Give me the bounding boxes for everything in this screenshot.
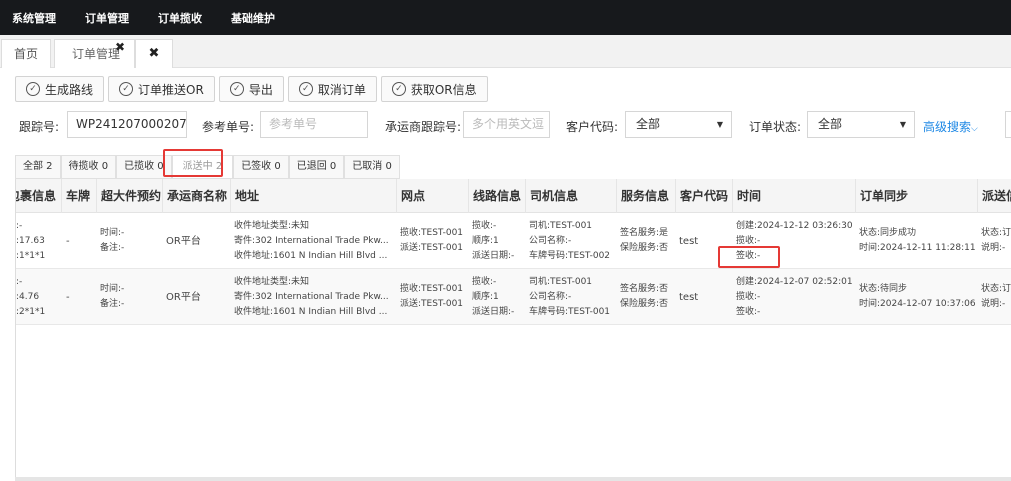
status-tab-signed[interactable]: 已签收 0 bbox=[233, 155, 289, 179]
site-cell: 揽收:TEST-001 派送:TEST-001 bbox=[400, 284, 464, 309]
status-tab-all[interactable]: 全部 2 bbox=[15, 155, 61, 179]
service-cell: 签名服务:否 保险服务:否 bbox=[620, 284, 669, 309]
status-tab-returned[interactable]: 已退回 0 bbox=[288, 155, 345, 179]
generate-route-label: 生成路线 bbox=[45, 82, 94, 97]
advanced-search-label: 高级搜索 bbox=[923, 120, 972, 134]
col-driver-info[interactable]: 司机信息 bbox=[526, 179, 617, 213]
order-status-value: 全部 bbox=[818, 117, 843, 131]
highlight-box-in-delivery-tab bbox=[163, 149, 223, 177]
top-navbar: 系统管理 订单管理 订单揽收 基础维护 bbox=[0, 0, 1011, 35]
sync-cell: 状态:待同步 时间:2024-12-07 10:37:06 bbox=[859, 284, 976, 309]
highlight-box-signed-time bbox=[718, 246, 780, 268]
search-filters: 跟踪号: WP241207000207 参考单号: 参考单号 承运商跟踪号: 多… bbox=[0, 110, 1011, 140]
address-cell: 收件地址类型:未知 寄件:302 International Trade Pkw.… bbox=[234, 276, 389, 317]
order-status-label: 订单状态: bbox=[749, 120, 802, 134]
check-circle-icon: ✓ bbox=[391, 82, 406, 96]
orders-table: 包裹信息 车牌 超大件预约 承运商名称 地址 网点 线路信息 司机信息 服务信息… bbox=[15, 179, 1011, 481]
check-circle-icon: ✓ bbox=[298, 82, 313, 96]
col-address[interactable]: 地址 bbox=[231, 179, 397, 213]
driver-cell: 司机:TEST-001 公司名称:- 车牌号码:TEST-001 bbox=[529, 276, 611, 317]
customer-code-select[interactable]: 全部 ▼ bbox=[625, 111, 732, 138]
cancel-order-label: 取消订单 bbox=[317, 82, 366, 97]
col-site[interactable]: 网点 bbox=[397, 179, 469, 213]
route-cell: 揽收:- 顺序:1 派送日期:- bbox=[472, 220, 515, 261]
delivery-cell: 状态:订 说明:- bbox=[981, 284, 1011, 309]
page-tab-bar: 首页 订单管理 ✖ ✖ bbox=[0, 35, 1011, 68]
col-delivery-info[interactable]: 派送信息 bbox=[978, 179, 1011, 213]
fetch-or-info-button[interactable]: ✓ 获取OR信息 bbox=[380, 76, 488, 102]
push-order-label: 订单推送OR bbox=[138, 82, 204, 97]
col-plate[interactable]: 车牌 bbox=[62, 179, 97, 213]
col-order-sync[interactable]: 订单同步 bbox=[856, 179, 978, 213]
tracking-number-input[interactable]: WP241207000207 bbox=[67, 111, 187, 138]
export-label: 导出 bbox=[248, 82, 273, 97]
advanced-search-link[interactable]: 高级搜索⌵ bbox=[923, 118, 978, 135]
table-header: 包裹信息 车牌 超大件预约 承运商名称 地址 网点 线路信息 司机信息 服务信息… bbox=[16, 179, 1011, 213]
reference-number-input[interactable]: 参考单号 bbox=[260, 111, 368, 138]
col-route-info[interactable]: 线路信息 bbox=[469, 179, 526, 213]
fetch-or-label: 获取OR信息 bbox=[410, 82, 477, 97]
package-info-cell: 型:-量:17.63寸:1*1*1 bbox=[16, 220, 46, 261]
nav-basic-maintenance[interactable]: 基础维护 bbox=[219, 10, 275, 26]
table-row[interactable]: 型:-量:17.63寸:1*1*1 - 时间:-备注:- OR平台 收件地址类型… bbox=[16, 213, 1011, 269]
plate-cell: - bbox=[66, 235, 70, 247]
tab-order-label: 订单管理 bbox=[72, 47, 121, 61]
carrier-tracking-label: 承运商跟踪号: bbox=[385, 120, 462, 134]
col-oversize-booking[interactable]: 超大件预约 bbox=[97, 179, 163, 213]
horizontal-scrollbar[interactable] bbox=[15, 477, 1011, 481]
sync-cell: 状态:同步成功 时间:2024-12-11 11:28:11 bbox=[859, 228, 976, 253]
oversize-cell: 时间:- 备注:- bbox=[100, 284, 125, 309]
carrier-tracking-input[interactable]: 多个用英文逗 bbox=[463, 111, 550, 138]
chevron-down-icon: ⌵ bbox=[971, 124, 978, 134]
close-icon[interactable]: ✖ bbox=[115, 33, 125, 61]
caret-down-icon: ▼ bbox=[899, 120, 906, 129]
search-button-edge[interactable] bbox=[1005, 111, 1011, 138]
delivery-cell: 状态:订 说明:- bbox=[981, 228, 1011, 253]
table-row[interactable]: 型:-量:4.76寸:2*1*1 - 时间:-备注:- OR平台 收件地址类型:… bbox=[16, 269, 1011, 325]
reference-number-label: 参考单号: bbox=[202, 120, 255, 134]
cancel-order-button[interactable]: ✓ 取消订单 bbox=[287, 76, 377, 102]
tab-order-management[interactable]: 订单管理 ✖ bbox=[54, 39, 135, 68]
nav-system-management[interactable]: 系统管理 bbox=[0, 10, 56, 26]
push-order-or-button[interactable]: ✓ 订单推送OR bbox=[108, 76, 215, 102]
export-button[interactable]: ✓ 导出 bbox=[218, 76, 284, 102]
package-info-cell: 型:-量:4.76寸:2*1*1 bbox=[16, 276, 46, 317]
status-tab-cancelled[interactable]: 已取消 0 bbox=[344, 155, 400, 179]
address-cell: 收件地址类型:未知 寄件:302 International Trade Pkw.… bbox=[234, 220, 389, 261]
site-cell: 揽收:TEST-001 派送:TEST-001 bbox=[400, 228, 464, 253]
order-status-select[interactable]: 全部 ▼ bbox=[807, 111, 915, 138]
time-cell: 创建:2024-12-07 02:52:01 揽收:- 签收:- bbox=[736, 276, 853, 317]
action-toolbar: ✓ 生成路线 ✓ 订单推送OR ✓ 导出 ✓ 取消订单 ✓ 获取OR信息 bbox=[15, 76, 492, 102]
carrier-cell: OR平台 bbox=[166, 291, 201, 303]
driver-cell: 司机:TEST-001 公司名称:- 车牌号码:TEST-002 bbox=[529, 220, 611, 261]
col-time[interactable]: 时间 bbox=[733, 179, 856, 213]
customer-code-label: 客户代码: bbox=[566, 120, 619, 134]
route-cell: 揽收:- 顺序:1 派送日期:- bbox=[472, 276, 515, 317]
customer-cell: test bbox=[679, 291, 699, 303]
status-tab-pending-pickup[interactable]: 待揽收 0 bbox=[60, 155, 117, 179]
oversize-cell: 时间:- 备注:- bbox=[100, 228, 125, 253]
col-service-info[interactable]: 服务信息 bbox=[617, 179, 676, 213]
col-carrier-name[interactable]: 承运商名称 bbox=[163, 179, 231, 213]
caret-down-icon: ▼ bbox=[716, 120, 723, 129]
check-circle-icon: ✓ bbox=[229, 82, 244, 96]
col-package-info[interactable]: 包裹信息 bbox=[16, 179, 62, 213]
col-customer-code[interactable]: 客户代码 bbox=[676, 179, 733, 213]
check-circle-icon: ✓ bbox=[119, 82, 134, 96]
customer-code-value: 全部 bbox=[636, 117, 661, 131]
nav-order-management[interactable]: 订单管理 bbox=[73, 10, 129, 26]
service-cell: 签名服务:是 保险服务:否 bbox=[620, 228, 669, 253]
generate-route-button[interactable]: ✓ 生成路线 bbox=[15, 76, 105, 102]
plate-cell: - bbox=[66, 291, 70, 303]
close-tab-icon[interactable]: ✖ bbox=[135, 39, 173, 68]
nav-order-pickup[interactable]: 订单揽收 bbox=[146, 10, 202, 26]
tracking-number-label: 跟踪号: bbox=[19, 120, 60, 134]
check-circle-icon: ✓ bbox=[26, 82, 40, 96]
carrier-cell: OR平台 bbox=[166, 235, 201, 247]
tab-home[interactable]: 首页 bbox=[1, 39, 51, 68]
